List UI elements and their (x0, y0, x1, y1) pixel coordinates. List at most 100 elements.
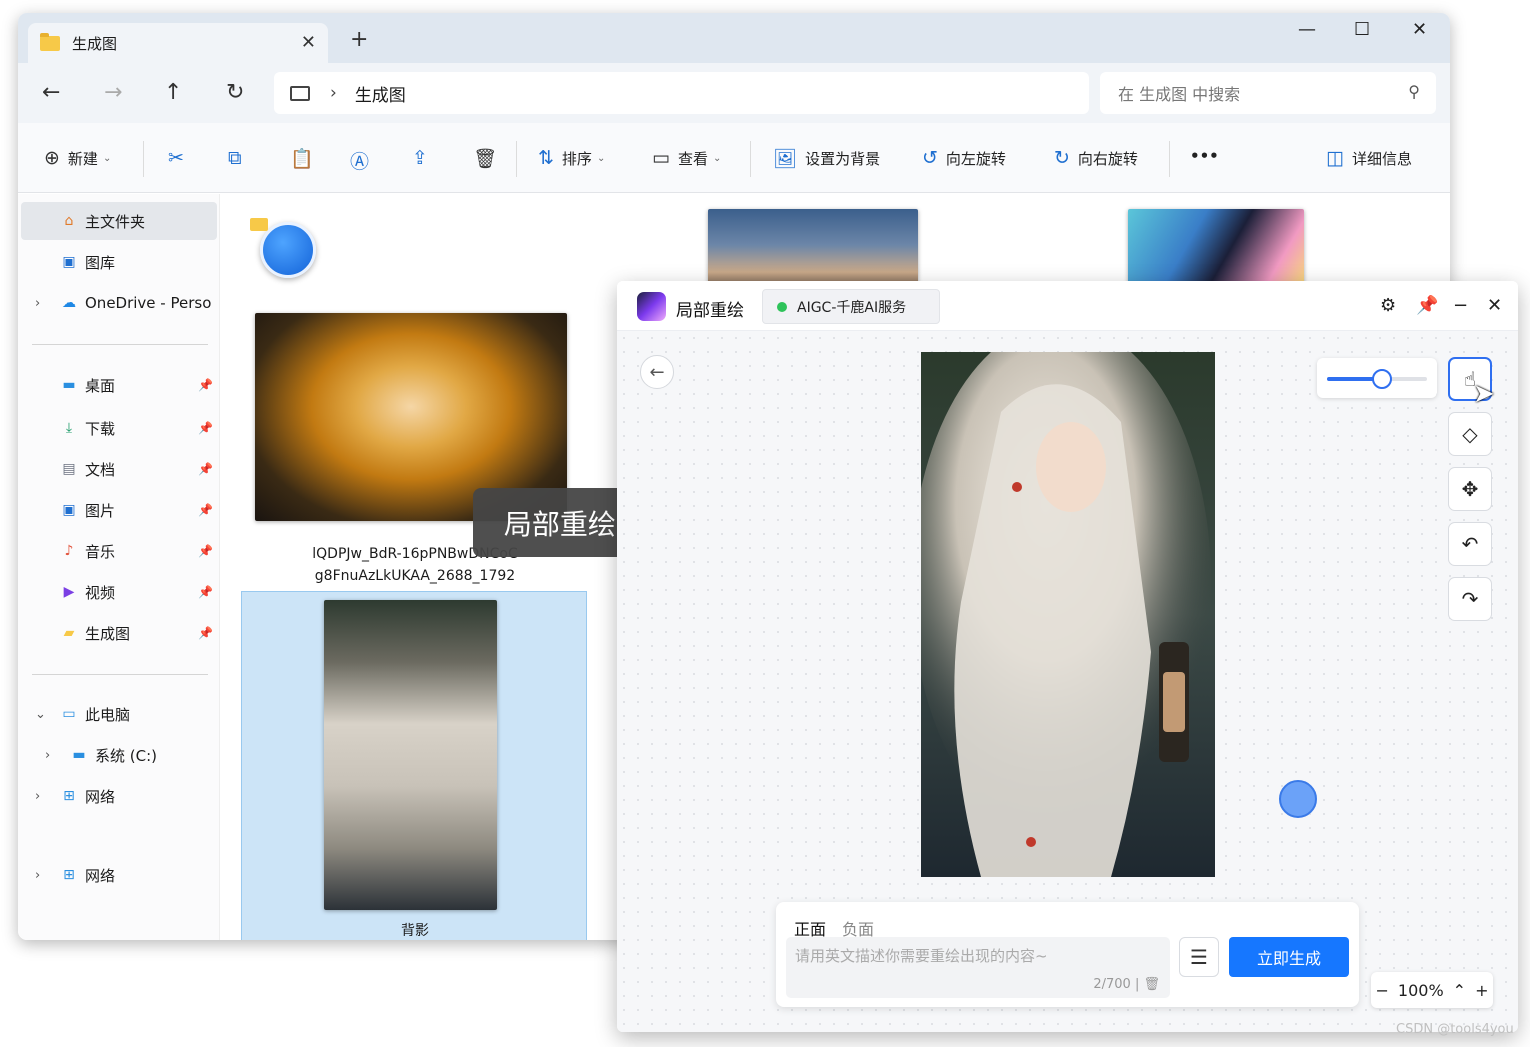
toolbar-divider (750, 141, 751, 177)
copy-button[interactable]: ⧉ (228, 147, 250, 169)
drive-icon: ▬ (72, 747, 86, 763)
eraser-tool-button[interactable]: ◇ (1448, 412, 1492, 456)
gallery-icon: ▣ (62, 254, 76, 270)
chevron-up-icon[interactable]: ⌃ (1453, 981, 1466, 1000)
sidebar-item-gallery[interactable]: ▣ 图库 (21, 243, 217, 281)
service-selector[interactable]: AIGC-千鹿AI服务 (762, 289, 940, 324)
rename-icon: Ⓐ (350, 151, 370, 173)
pin-icon[interactable]: 📌 (198, 626, 213, 640)
sidebar-item-this-pc[interactable]: ⌄ ▭ 此电脑 (21, 695, 217, 733)
cut-button[interactable]: ✂ (168, 147, 192, 169)
delete-button[interactable]: 🗑 (473, 147, 505, 170)
tab-current-folder[interactable]: 生成图 ✕ (28, 23, 328, 63)
pin-icon[interactable]: 📌 (198, 585, 213, 599)
sidebar-item-videos[interactable]: ▶ 视频 📌 (21, 573, 217, 611)
toolbar-divider (1169, 141, 1170, 177)
sidebar-divider (32, 344, 208, 345)
back-arrow-icon[interactable]: ← (42, 80, 60, 105)
picture-icon: ▣ (62, 502, 76, 518)
close-icon[interactable]: ✕ (1487, 295, 1502, 316)
zoom-in-icon[interactable]: + (1475, 981, 1488, 1000)
details-button[interactable]: ◫ 详细信息 (1326, 147, 1412, 169)
sidebar-item-label: 网络 (85, 866, 116, 885)
close-tab-icon[interactable]: ✕ (301, 32, 316, 53)
selected-file-item[interactable]: 背影 (241, 591, 587, 940)
view-button[interactable]: ▭ 查看 ⌄ (652, 147, 721, 169)
editing-image[interactable] (921, 352, 1215, 877)
sidebar-item-home[interactable]: ⌂ 主文件夹 (21, 202, 217, 240)
pin-icon[interactable]: 📌 (198, 378, 213, 392)
sidebar-item-generated[interactable]: ▰ 生成图 📌 (21, 614, 217, 652)
clear-trash-icon[interactable]: 🗑 (1143, 977, 1160, 992)
image-thumbnail (324, 600, 497, 910)
slider-handle[interactable] (1372, 369, 1392, 389)
breadcrumb-item[interactable]: 生成图 (355, 81, 406, 106)
chevron-right-icon[interactable]: › (35, 789, 40, 804)
editing-canvas[interactable]: ← ☝ ➤ ◇ ✥ ↶ ↷ 正面 负面 请用英文描述你需要重绘出现的内容~ 2/… (617, 331, 1518, 1032)
prompt-input[interactable]: 请用英文描述你需要重绘出现的内容~ 2/700 | 🗑 (786, 937, 1170, 998)
pin-icon[interactable]: 📌 (1416, 295, 1438, 316)
chevron-down-icon[interactable]: ⌄ (35, 707, 46, 722)
sidebar-item-pictures[interactable]: ▣ 图片 📌 (21, 491, 217, 529)
generate-button[interactable]: 立即生成 (1229, 937, 1349, 977)
sidebar-item-onedrive[interactable]: › ☁ OneDrive - Perso (21, 284, 217, 322)
pin-icon[interactable]: 📌 (198, 462, 213, 476)
paste-button[interactable]: 📋 (290, 147, 322, 170)
sidebar-item-desktop[interactable]: ▬ 桌面 📌 (21, 366, 217, 404)
mouse-cursor-icon: ➤ (1473, 379, 1495, 409)
zoom-level[interactable]: 100% (1398, 981, 1444, 1000)
sidebar-item-label: 文档 (85, 460, 116, 479)
network-icon: ⊞ (63, 788, 75, 804)
redo-button[interactable]: ↷ (1448, 577, 1492, 621)
rename-button[interactable]: Ⓐ (350, 147, 377, 174)
sidebar-item-network[interactable]: › ⊞ 网络 (21, 777, 217, 815)
settings-gear-icon[interactable]: ⚙ (1380, 295, 1396, 316)
sort-button[interactable]: ⇅ 排序 ⌄ (538, 147, 605, 169)
zoom-out-icon[interactable]: − (1376, 981, 1389, 1000)
sidebar-item-network-2[interactable]: › ⊞ 网络 (21, 856, 217, 894)
eraser-icon: ◇ (1462, 422, 1478, 446)
share-icon: ⇪ (412, 147, 428, 169)
music-icon: ♪ (64, 543, 74, 559)
rotate-left-label: 向左旋转 (945, 149, 1006, 168)
rotate-right-button[interactable]: ↻ 向右旋转 (1054, 147, 1138, 169)
pin-icon[interactable]: 📌 (198, 421, 213, 435)
folder-icon: ▰ (63, 625, 75, 641)
move-tool-button[interactable]: ✥ (1448, 467, 1492, 511)
up-arrow-icon[interactable]: ↑ (164, 80, 182, 105)
minimize-icon[interactable]: — (1298, 19, 1316, 40)
chevron-right-icon[interactable]: › (35, 296, 40, 311)
search-input[interactable]: 在 生成图 中搜索 ⚲ (1100, 72, 1436, 114)
close-window-icon[interactable]: ✕ (1412, 19, 1427, 40)
maximize-icon[interactable]: ☐ (1354, 19, 1370, 40)
chevron-right-icon[interactable]: › (35, 868, 40, 883)
set-background-button[interactable]: 🖼 设置为背景 (773, 147, 880, 170)
share-button[interactable]: ⇪ (412, 147, 436, 169)
minimize-icon[interactable]: − (1453, 295, 1468, 316)
sidebar-item-documents[interactable]: ▤ 文档 📌 (21, 450, 217, 488)
sidebar-item-system-drive[interactable]: › ▬ 系统 (C:) (21, 736, 217, 774)
back-arrow-icon: ← (649, 361, 665, 383)
app-shortcut-icon[interactable] (260, 222, 316, 278)
sidebar-item-downloads[interactable]: ⤓ 下载 📌 (21, 409, 217, 447)
new-tab-icon[interactable]: + (350, 27, 368, 52)
chevron-right-icon[interactable]: › (45, 748, 50, 763)
back-button[interactable]: ← (640, 355, 674, 389)
pin-icon[interactable]: 📌 (198, 503, 213, 517)
file-name: 背影 (401, 923, 429, 939)
undo-button[interactable]: ↶ (1448, 522, 1492, 566)
sidebar-item-music[interactable]: ♪ 音乐 📌 (21, 532, 217, 570)
address-bar[interactable]: › 生成图 (274, 72, 1089, 114)
forward-arrow-icon[interactable]: → (104, 80, 122, 105)
more-options-button[interactable]: ••• (1190, 147, 1219, 165)
prompt-settings-button[interactable]: ☰ (1179, 937, 1219, 977)
details-label: 详细信息 (1351, 149, 1412, 168)
refresh-icon[interactable]: ↻ (226, 80, 244, 105)
move-icon: ✥ (1461, 477, 1479, 501)
brush-size-slider[interactable] (1317, 358, 1437, 398)
inpaint-header: 局部重绘 AIGC-千鹿AI服务 ⚙ 📌 − ✕ (617, 281, 1518, 331)
rotate-left-button[interactable]: ↺ 向左旋转 (922, 147, 1006, 169)
pin-icon[interactable]: 📌 (198, 544, 213, 558)
new-button[interactable]: ⊕ 新建 ⌄ (44, 147, 111, 169)
download-icon: ⤓ (65, 420, 73, 436)
